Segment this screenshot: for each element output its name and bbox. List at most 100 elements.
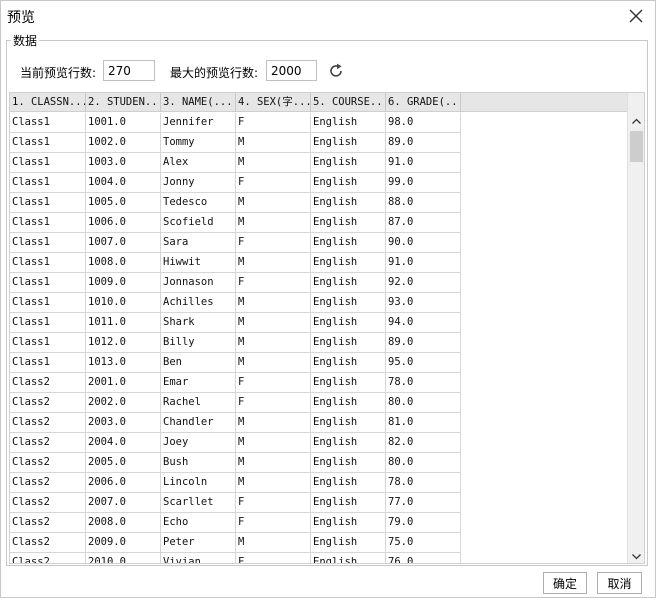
table-cell[interactable]: 82.0: [386, 433, 461, 453]
table-cell[interactable]: Class2: [10, 453, 86, 473]
table-cell[interactable]: 79.0: [386, 513, 461, 533]
table-cell[interactable]: English: [311, 553, 386, 563]
table-cell[interactable]: English: [311, 333, 386, 353]
table-cell[interactable]: 2008.0: [86, 513, 161, 533]
table-cell[interactable]: Sara: [161, 233, 236, 253]
table-cell[interactable]: English: [311, 473, 386, 493]
table-cell[interactable]: 91.0: [386, 253, 461, 273]
vertical-scrollbar[interactable]: [627, 93, 645, 563]
table-cell[interactable]: 1001.0: [86, 113, 161, 133]
table-cell[interactable]: 80.0: [386, 453, 461, 473]
table-cell[interactable]: 1003.0: [86, 153, 161, 173]
table-cell[interactable]: 1002.0: [86, 133, 161, 153]
column-header[interactable]: 6. GRADE(...: [386, 93, 461, 112]
table-cell[interactable]: Jonny: [161, 173, 236, 193]
table-cell[interactable]: Class2: [10, 513, 86, 533]
cancel-button[interactable]: 取消: [597, 572, 642, 594]
table-cell[interactable]: Scofield: [161, 213, 236, 233]
table-cell[interactable]: 1011.0: [86, 313, 161, 333]
table-cell[interactable]: 1007.0: [86, 233, 161, 253]
table-cell[interactable]: 89.0: [386, 333, 461, 353]
table-cell[interactable]: Scarllet: [161, 493, 236, 513]
table-cell[interactable]: Jennifer: [161, 113, 236, 133]
table-row[interactable]: Class1 1011.0 Shark M English 94.0: [10, 313, 461, 333]
table-cell[interactable]: Class2: [10, 553, 86, 563]
column-header[interactable]: 5. COURSE...: [311, 93, 386, 112]
table-cell[interactable]: Tommy: [161, 133, 236, 153]
table-cell[interactable]: Ben: [161, 353, 236, 373]
table-cell[interactable]: 1006.0: [86, 213, 161, 233]
table-cell[interactable]: Class2: [10, 433, 86, 453]
table-cell[interactable]: Hiwwit: [161, 253, 236, 273]
table-cell[interactable]: English: [311, 533, 386, 553]
table-cell[interactable]: F: [236, 173, 311, 193]
table-row[interactable]: Class1 1009.0 Jonnason F English 92.0: [10, 273, 461, 293]
table-cell[interactable]: Class1: [10, 353, 86, 373]
table-cell[interactable]: English: [311, 513, 386, 533]
table-cell[interactable]: English: [311, 493, 386, 513]
table-cell[interactable]: M: [236, 473, 311, 493]
table-cell[interactable]: 2002.0: [86, 393, 161, 413]
column-header[interactable]: 2. STUDEN...: [86, 93, 161, 112]
table-cell[interactable]: English: [311, 213, 386, 233]
table-cell[interactable]: 78.0: [386, 473, 461, 493]
table-cell[interactable]: M: [236, 533, 311, 553]
table-cell[interactable]: Peter: [161, 533, 236, 553]
table-row[interactable]: Class1 1013.0 Ben M English 95.0: [10, 353, 461, 373]
table-cell[interactable]: M: [236, 433, 311, 453]
table-cell[interactable]: 2010.0: [86, 553, 161, 563]
table-cell[interactable]: F: [236, 113, 311, 133]
table-row[interactable]: Class1 1005.0 Tedesco M English 88.0: [10, 193, 461, 213]
current-preview-rows-input[interactable]: [103, 60, 155, 81]
table-cell[interactable]: M: [236, 133, 311, 153]
table-row[interactable]: Class2 2003.0 Chandler M English 81.0: [10, 413, 461, 433]
table-cell[interactable]: 99.0: [386, 173, 461, 193]
table-row[interactable]: Class2 2002.0 Rachel F English 80.0: [10, 393, 461, 413]
table-row[interactable]: Class2 2008.0 Echo F English 79.0: [10, 513, 461, 533]
table-cell[interactable]: Class2: [10, 473, 86, 493]
table-cell[interactable]: Billy: [161, 333, 236, 353]
table-cell[interactable]: Class1: [10, 133, 86, 153]
table-cell[interactable]: English: [311, 413, 386, 433]
table-cell[interactable]: M: [236, 413, 311, 433]
table-cell[interactable]: 2004.0: [86, 433, 161, 453]
table-cell[interactable]: 76.0: [386, 553, 461, 563]
table-cell[interactable]: 1004.0: [86, 173, 161, 193]
table-cell[interactable]: 1005.0: [86, 193, 161, 213]
table-cell[interactable]: M: [236, 313, 311, 333]
table-cell[interactable]: Rachel: [161, 393, 236, 413]
table-row[interactable]: Class1 1002.0 Tommy M English 89.0: [10, 133, 461, 153]
table-cell[interactable]: F: [236, 393, 311, 413]
table-cell[interactable]: 80.0: [386, 393, 461, 413]
table-cell[interactable]: M: [236, 213, 311, 233]
ok-button[interactable]: 确定: [543, 572, 587, 594]
table-row[interactable]: Class2 2010.0 Vivian F English 76.0: [10, 553, 461, 563]
table-cell[interactable]: 1010.0: [86, 293, 161, 313]
table-cell[interactable]: Class1: [10, 233, 86, 253]
table-row[interactable]: Class1 1004.0 Jonny F English 99.0: [10, 173, 461, 193]
table-cell[interactable]: English: [311, 273, 386, 293]
table-cell[interactable]: M: [236, 333, 311, 353]
table-cell[interactable]: 89.0: [386, 133, 461, 153]
table-cell[interactable]: Jonnason: [161, 273, 236, 293]
table-row[interactable]: Class1 1012.0 Billy M English 89.0: [10, 333, 461, 353]
table-cell[interactable]: English: [311, 393, 386, 413]
table-cell[interactable]: 1012.0: [86, 333, 161, 353]
table-cell[interactable]: 90.0: [386, 233, 461, 253]
close-icon[interactable]: [627, 7, 645, 25]
table-cell[interactable]: English: [311, 173, 386, 193]
table-cell[interactable]: English: [311, 373, 386, 393]
chevron-up-icon[interactable]: [628, 113, 645, 130]
table-cell[interactable]: F: [236, 233, 311, 253]
column-header[interactable]: 3. NAME(...: [161, 93, 236, 112]
table-row[interactable]: Class2 2007.0 Scarllet F English 77.0: [10, 493, 461, 513]
table-cell[interactable]: Class1: [10, 293, 86, 313]
table-cell[interactable]: 93.0: [386, 293, 461, 313]
table-cell[interactable]: Class2: [10, 373, 86, 393]
table-cell[interactable]: English: [311, 133, 386, 153]
table-cell[interactable]: 1013.0: [86, 353, 161, 373]
table-cell[interactable]: 94.0: [386, 313, 461, 333]
table-cell[interactable]: English: [311, 313, 386, 333]
table-cell[interactable]: English: [311, 233, 386, 253]
table-row[interactable]: Class1 1001.0 Jennifer F English 98.0: [10, 113, 461, 133]
